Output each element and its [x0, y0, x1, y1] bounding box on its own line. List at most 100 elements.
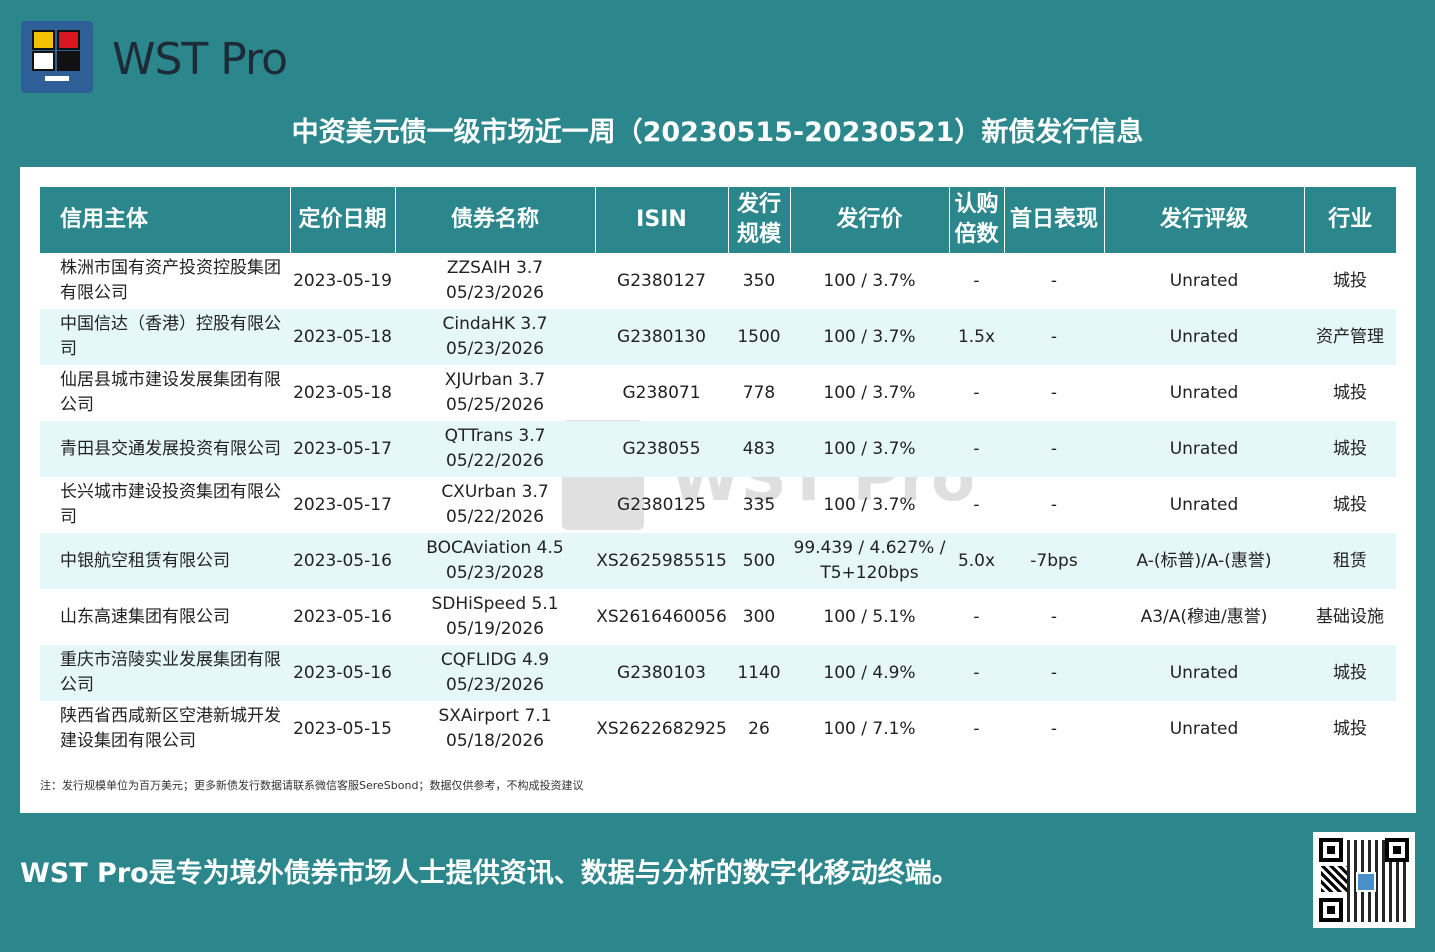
cell-first-day: - [1004, 421, 1104, 477]
table-header-row: 信用主体 定价日期 债券名称 ISIN 发行规模 发行价 认购倍数 首日表现 发行评级 行业 [40, 187, 1396, 253]
cell-issuer: 中银航空租赁有限公司 [40, 533, 290, 589]
cell-bond-name: ZZSAIH 3.7 05/23/2026 [395, 253, 595, 309]
bond-maturity-line: 05/22/2026 [446, 507, 544, 527]
cell-cover: - [973, 606, 980, 627]
cell-price: 100 / 3.7% [823, 494, 916, 515]
cell-size: 500 [728, 533, 790, 589]
cell-industry: 城投 [1333, 718, 1367, 739]
cell-date: 2023-05-18 [290, 309, 395, 365]
cell-rating: Unrated [1104, 309, 1304, 365]
cell-date: 2023-05-16 [293, 606, 392, 627]
header-issue-size: 发行规模 [727, 187, 790, 253]
cell-date: 2023-05-16 [290, 645, 395, 701]
table-panel: WST Pro 信用主体 定价日期 债券名称 ISIN 发行规模 发行价 认购倍数 首日表现发… [20, 167, 1416, 813]
table-row: 长兴城市建设投资集团有限公司 2023-05-17 CXUrban 3.7 05/22… [40, 477, 1396, 533]
cell-issuer: 陕西省西咸新区空港新城开发建设集团有限公司 [60, 706, 281, 751]
cell-issuer: 株洲市国有资产投资控股集团有限公司 [60, 258, 281, 303]
cell-date: 2023-05-17 [290, 421, 395, 477]
cell-bond-name: SDHiSpeed 5.1 05/19/2026 [395, 589, 595, 645]
cell-date: 2023-05-19 [293, 270, 392, 291]
cell-bond-name: CindaHK 3.7 05/23/2026 [395, 309, 595, 365]
cell-first-day: - [1050, 718, 1058, 739]
cell-size: 483 [728, 421, 790, 477]
cell-date: 2023-05-15 [293, 718, 392, 739]
cell-industry: 城投 [1333, 270, 1367, 291]
cell-industry: 城投 [1333, 382, 1367, 403]
cell-industry: 基础设施 [1316, 606, 1384, 627]
table-row: 仙居县城市建设发展集团有限公司 2023-05-18 XJUrban 3.7 05/2… [40, 365, 1396, 421]
cell-industry: 城投 [1304, 421, 1396, 477]
cell-cover: - [949, 421, 1004, 477]
cell-first-day: - [1004, 309, 1104, 365]
cell-rating: A3/A(穆迪/惠誉) [1140, 606, 1268, 627]
table-row: 山东高速集团有限公司 2023-05-16 SDHiSpeed 5.1 05/19/2… [40, 589, 1396, 645]
header-subscription: 认购倍数 [948, 187, 1004, 253]
bond-maturity-line: 05/18/2026 [446, 731, 544, 751]
footnote: 注：发行规模单位为百万美元；更多新债发行数据请联系微信客服SereSbond；数… [40, 779, 584, 792]
cell-first-day: - [1050, 606, 1058, 627]
header-isin: ISIN [594, 187, 728, 253]
cell-bond-name: BOCAviation 4.5 05/23/2028 [395, 533, 595, 589]
cell-price: 100 / 4.9% [790, 645, 949, 701]
bond-maturity-line: 05/23/2026 [446, 339, 544, 359]
cell-rating: Unrated [1104, 421, 1304, 477]
cell-cover: - [973, 718, 980, 739]
cell-cover: - [973, 382, 980, 403]
cell-price: 100 / 3.7% [790, 309, 949, 365]
cell-issuer: 青田县交通发展投资有限公司 [40, 421, 290, 477]
bond-maturity-line: 05/23/2028 [446, 563, 544, 583]
cell-price: 100 / 3.7% [823, 270, 916, 291]
bond-name-line: SXAirport 7.1 [438, 706, 552, 726]
table-row: 中国信达（香港）控股有限公司 2023-05-18 CindaHK 3.7 05/23… [40, 309, 1396, 365]
cell-bond-name: CQFLIDG 4.9 05/23/2026 [395, 645, 595, 701]
bond-name-line: CQFLIDG 4.9 [440, 650, 550, 670]
cell-cover: 5.0x [949, 533, 1004, 589]
cell-bond-name: QTTrans 3.7 05/22/2026 [395, 421, 595, 477]
cell-issuer: 长兴城市建设投资集团有限公司 [60, 482, 281, 527]
new-issues-table: 信用主体 定价日期 债券名称 ISIN 发行规模 发行价 认购倍数 首日表现 发行评级 行业 株洲… [40, 187, 1396, 757]
bond-maturity-line: 05/25/2026 [446, 395, 544, 415]
cell-size: 1500 [728, 309, 790, 365]
table-row: 株洲市国有资产投资控股集团有限公司 2023-05-19 ZZSAIH 3.7 05/… [40, 253, 1396, 309]
bond-maturity-line: 05/22/2026 [446, 451, 544, 471]
cell-first-day: - [1050, 382, 1058, 403]
cell-price: 99.439 / 4.627% / T5+120bps [790, 533, 949, 589]
wst-logo-icon [21, 21, 93, 93]
bond-name-line: XJUrban 3.7 [444, 370, 546, 390]
cell-size: 26 [748, 718, 770, 739]
cell-price: 100 / 3.7% [823, 382, 916, 403]
header-bond-name: 债券名称 [394, 187, 595, 253]
cell-rating: Unrated [1104, 645, 1304, 701]
cell-industry: 租赁 [1304, 533, 1396, 589]
header-issuer: 信用主体 [40, 187, 290, 253]
cell-isin: XS2622682925 [596, 718, 727, 739]
cell-size: 778 [742, 382, 776, 403]
header-issue-price: 发行价 [789, 187, 949, 253]
cell-size: 1140 [728, 645, 790, 701]
cell-first-day: - [1050, 494, 1058, 515]
cell-first-day: - [1004, 645, 1104, 701]
cell-date: 2023-05-17 [293, 494, 392, 515]
cell-bond-name: SXAirport 7.1 05/18/2026 [395, 701, 595, 757]
cell-industry: 城投 [1304, 645, 1396, 701]
bond-name-line: BOCAviation 4.5 [426, 538, 564, 558]
cell-cover: 1.5x [949, 309, 1004, 365]
cell-rating: A-(标普)/A-(惠誉) [1104, 533, 1304, 589]
cell-isin: XS2625985515 [595, 533, 728, 589]
table-row: 中银航空租赁有限公司 2023-05-16 BOCAviation 4.5 05/23… [40, 533, 1396, 589]
cell-size: 350 [742, 270, 776, 291]
cell-bond-name: CXUrban 3.7 05/22/2026 [395, 477, 595, 533]
cell-date: 2023-05-16 [290, 533, 395, 589]
qr-code-icon[interactable] [1313, 832, 1415, 928]
cell-cover: - [973, 494, 980, 515]
cell-bond-name: XJUrban 3.7 05/25/2026 [395, 365, 595, 421]
cell-cover: - [949, 645, 1004, 701]
header-pricing-date: 定价日期 [289, 187, 395, 253]
page-title: 中资美元债一级市场近一周（20230515-20230521）新债发行信息 [291, 117, 1144, 148]
header-industry: 行业 [1303, 187, 1396, 253]
cell-isin: G2380125 [617, 494, 706, 515]
header-first-day: 首日表现 [1003, 187, 1104, 253]
cell-isin: G238071 [622, 382, 701, 403]
table-row: 重庆市涪陵实业发展集团有限公司 2023-05-16 CQFLIDG 4.9 05/2… [40, 645, 1396, 701]
bond-maturity-line: 05/23/2026 [446, 283, 544, 303]
